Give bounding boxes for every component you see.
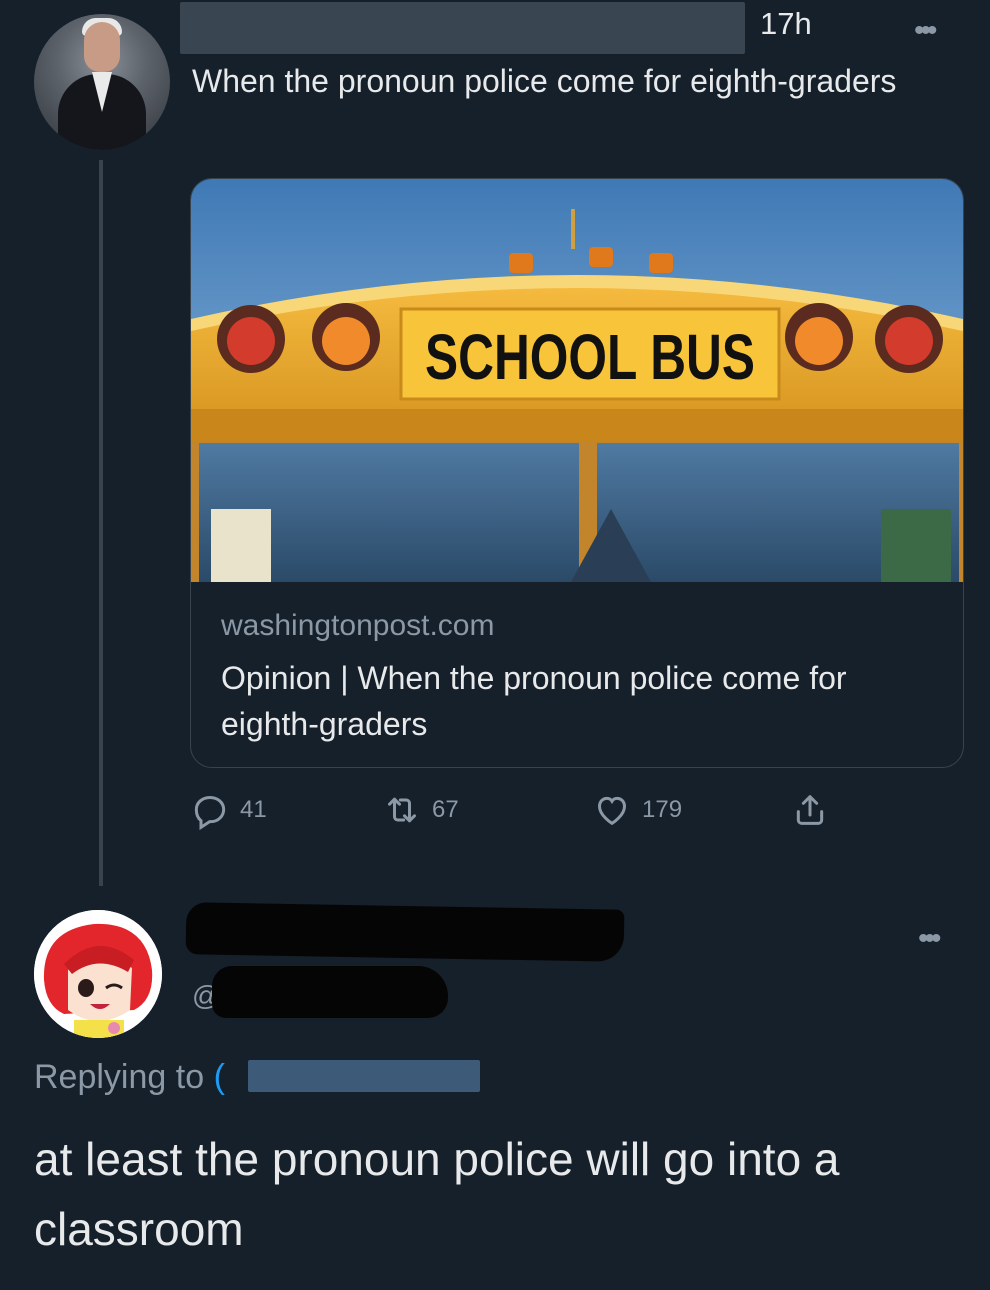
share-icon <box>796 795 824 825</box>
replying-to-line: Replying to ( <box>34 1058 225 1097</box>
retweet-count: 67 <box>432 796 459 823</box>
reply-icon <box>194 795 226 830</box>
reply-button[interactable]: 41 <box>190 790 267 830</box>
link-title: Opinion | When the pronoun police come f… <box>221 660 847 742</box>
retweet-button[interactable]: 67 <box>382 790 459 830</box>
tweet-text: When the pronoun police come for eighth-… <box>192 63 897 99</box>
replying-to-label: Replying to <box>34 1058 205 1096</box>
reply-text: at least the pronoun police will go into… <box>34 1133 840 1255</box>
author-avatar[interactable] <box>34 14 170 150</box>
bus-sign-text: SCHOOL BUS <box>425 321 755 393</box>
redacted-reply-handle <box>212 966 448 1018</box>
link-domain: washingtonpost.com <box>221 609 495 642</box>
like-button[interactable]: 179 <box>592 790 682 830</box>
anime-avatar-image <box>34 910 162 1038</box>
more-options-icon[interactable]: ••• <box>914 14 937 48</box>
redacted-author-name <box>180 2 745 54</box>
link-preview-card[interactable]: SCHOOL BUS washingtonpost.com Opinion | … <box>190 178 964 768</box>
heart-icon <box>597 796 627 826</box>
reply-count: 41 <box>240 796 267 823</box>
reply-more-options-icon[interactable]: ••• <box>918 922 941 956</box>
retweet-icon <box>388 797 416 823</box>
share-button[interactable] <box>790 790 830 830</box>
reply-author-avatar[interactable] <box>34 910 162 1038</box>
replying-to-partial: ( <box>213 1058 225 1096</box>
tweet-timestamp[interactable]: 17h <box>760 6 812 42</box>
school-bus-image: SCHOOL BUS <box>191 179 963 582</box>
thread-connector-line <box>99 160 103 886</box>
like-count: 179 <box>642 796 683 823</box>
redacted-reply-name <box>185 902 625 962</box>
redacted-replying-handle[interactable] <box>248 1060 480 1092</box>
